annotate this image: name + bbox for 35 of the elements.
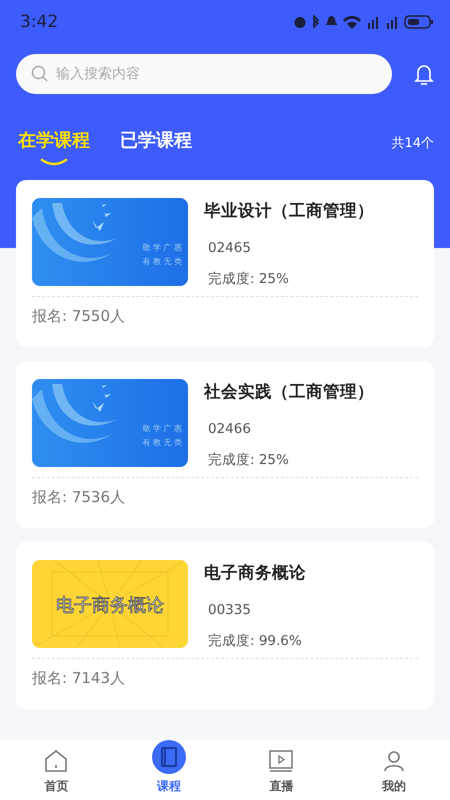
alarm-icon [293, 15, 307, 29]
search-icon [31, 65, 48, 82]
enrolled-count: 报名: 7143人 [32, 668, 126, 688]
nav-tab[interactable]: 首页 [0, 740, 112, 800]
nav-tab[interactable]: 我的 [338, 740, 450, 800]
nav-tab[interactable]: 课程 [112, 740, 225, 800]
signal-icon [366, 15, 380, 29]
course-title: 社会实践（工商管理） [204, 381, 374, 403]
wifi-icon [343, 15, 361, 29]
course-code: 02466 [208, 421, 252, 437]
home-icon [43, 748, 70, 774]
battery-icon [404, 15, 434, 29]
cover-text: 电子商务概论 [56, 595, 164, 616]
cover-text: 敬 学 广 惠 [142, 243, 182, 252]
book-icon [152, 740, 186, 774]
cover-text: 有 教 无 类 [142, 438, 182, 447]
enrolled-count: 报名: 7550人 [32, 306, 126, 326]
course-count: 共14个 [391, 135, 434, 153]
course-tab[interactable]: 已学课程 [120, 128, 192, 166]
course-code: 02465 [208, 240, 252, 256]
tab-indicator [40, 158, 68, 166]
enrolled-count: 报名: 7536人 [32, 487, 126, 507]
cover-text: 敬 学 广 惠 [142, 424, 182, 433]
search-field[interactable]: 输入搜索内容 [16, 54, 392, 94]
course-title: 毕业设计（工商管理） [204, 200, 374, 222]
video-icon [268, 748, 294, 774]
course-title: 电子商务概论 [204, 562, 306, 584]
signal-icon [385, 15, 399, 29]
nav-tab[interactable]: 直播 [225, 740, 338, 800]
course-code: 00335 [208, 602, 252, 618]
status-time: 3:42 [20, 12, 58, 32]
cover-text: 有 教 无 类 [142, 257, 182, 266]
course-tab[interactable]: 在学课程 [18, 128, 90, 166]
bluetooth-icon [312, 15, 320, 29]
bell-icon[interactable] [414, 63, 434, 85]
